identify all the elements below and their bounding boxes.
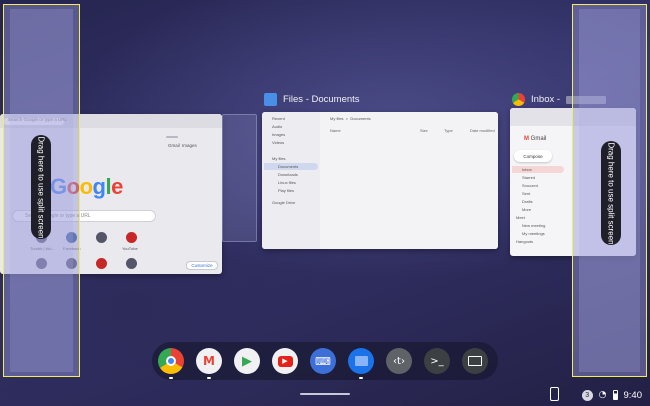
- column-type: Type: [444, 128, 453, 133]
- column-name: Name: [330, 128, 341, 133]
- sidebar-item-downloads: Downloads: [278, 172, 298, 177]
- folder-starred: Starred: [522, 175, 536, 180]
- files-title-text: Files - Documents: [283, 94, 360, 105]
- shortcut-label: YouTube: [122, 246, 138, 251]
- header-line: [166, 136, 178, 138]
- sidebar-item-videos: Videos: [272, 140, 285, 145]
- chrome-window-ghost: [222, 114, 257, 242]
- column-size: Size: [420, 128, 428, 133]
- play-store-icon[interactable]: ▶: [234, 348, 260, 374]
- split-hint-text: Drag here to use split screen: [36, 135, 46, 239]
- folder-more: More: [522, 207, 532, 212]
- code-icon[interactable]: ‹t›: [386, 348, 412, 374]
- add-shortcut-icon: [126, 258, 137, 269]
- status-area[interactable]: 3 ◔ 9:40: [581, 385, 643, 405]
- customize-label: Customize: [191, 263, 213, 268]
- split-screen-left-zone[interactable]: Drag here to use split screen: [3, 4, 80, 377]
- clock: 9:40: [623, 389, 643, 401]
- sidebar-item-audio: Audio: [272, 124, 283, 129]
- terminal-icon[interactable]: >_: [424, 348, 450, 374]
- split-screen-right-zone[interactable]: Drag here to use split screen: [572, 4, 647, 377]
- column-date-modified: Date modified: [470, 128, 495, 133]
- folder-snoozed: Snoozed: [522, 183, 538, 188]
- sidebar-item-play-files: Play files: [278, 188, 295, 193]
- meet-header: Meet: [516, 215, 525, 220]
- youtube-icon[interactable]: ▶: [272, 348, 298, 374]
- files-icon: [264, 93, 277, 106]
- new-meeting: New meeting: [522, 223, 546, 228]
- folder-drafts: Drafts: [522, 199, 533, 204]
- compose-label: Compose: [523, 153, 543, 159]
- sidebar-item-images: Images: [272, 132, 286, 137]
- notification-badge: 3: [581, 389, 593, 401]
- folder-inbox: Inbox: [522, 167, 532, 172]
- sidebar-item-documents: Documents: [278, 164, 299, 169]
- hangouts-header: Hangouts: [516, 239, 534, 244]
- shortcut-icon: [96, 258, 107, 269]
- files-window-preview[interactable]: Recent Audio Images Videos My files Docu…: [262, 112, 498, 249]
- screen-icon[interactable]: [462, 348, 488, 374]
- shortcut-icon: [96, 232, 107, 243]
- wifi-icon: ◔: [598, 390, 607, 400]
- files-sidebar: Recent Audio Images Videos My files Docu…: [262, 112, 320, 249]
- files-window-title: Files - Documents: [264, 93, 360, 106]
- files-main-pane: My files > Documents Name Size Type Date…: [320, 112, 498, 249]
- gmail-link: Gmail: [168, 143, 180, 148]
- battery-icon: [612, 390, 618, 400]
- sidebar-item-recent: Recent: [272, 116, 285, 121]
- files-icon[interactable]: [348, 348, 374, 379]
- split-hint-text: Drag here to use split screen: [606, 141, 616, 245]
- keyboard-icon[interactable]: ⌨: [310, 348, 336, 374]
- gmail-icon[interactable]: M: [196, 348, 222, 379]
- customize-button: Customize: [186, 261, 218, 270]
- inbox-highlight: [512, 166, 564, 173]
- compose-button: Compose: [514, 150, 552, 162]
- home-bar[interactable]: [300, 393, 350, 395]
- split-screen-hint-right: Drag here to use split screen: [601, 141, 621, 245]
- split-screen-hint-left: Drag here to use split screen: [31, 135, 51, 239]
- my-meetings: My meetings: [522, 231, 545, 236]
- chrome-icon[interactable]: [158, 348, 184, 379]
- sidebar-item-linux-files: Linux files: [278, 180, 296, 185]
- gmail-logo: M Gmail: [524, 136, 547, 142]
- sidebar-item-my-files: My files: [272, 156, 286, 161]
- gmail-title-text: Inbox -: [531, 94, 561, 105]
- folder-sent: Sent: [522, 191, 531, 196]
- files-breadcrumb: My files > Documents: [330, 116, 371, 121]
- phone-hub-icon[interactable]: [550, 387, 559, 401]
- images-link: Images: [182, 143, 197, 148]
- sidebar-item-google-drive: Google Drive: [272, 200, 296, 205]
- shortcut-youtube-icon: [126, 232, 137, 243]
- shelf: M ▶ ▶ ⌨ ‹t› >_: [152, 342, 498, 380]
- chrome-icon: [512, 93, 525, 106]
